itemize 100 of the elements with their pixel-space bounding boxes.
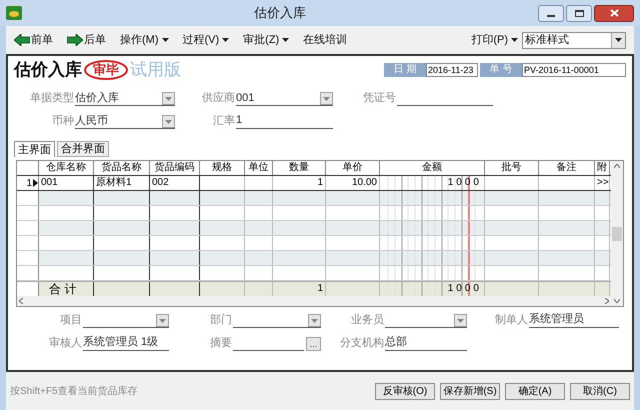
- input-field[interactable]: 系统管理员: [529, 312, 619, 328]
- column-header[interactable]: 数量: [273, 161, 326, 175]
- approved-stamp: 审毕: [84, 60, 128, 80]
- left-arrow-icon: [14, 34, 30, 46]
- field-label: 摘要: [209, 336, 233, 351]
- caret-icon: [159, 318, 166, 322]
- column-header[interactable]: 仓库名称: [39, 161, 94, 175]
- app-icon: [6, 6, 22, 20]
- dropdown-button[interactable]: [162, 115, 175, 128]
- column-header[interactable]: 货品编码: [150, 161, 200, 175]
- close-icon: [610, 9, 618, 17]
- table-cell: 001: [39, 176, 94, 190]
- dropdown-button[interactable]: [162, 92, 175, 105]
- caret-icon: [311, 318, 318, 322]
- toolbar-button[interactable]: 前单: [14, 32, 53, 48]
- dropdown-button[interactable]: [454, 314, 467, 327]
- field-label: 单据类型: [29, 91, 75, 106]
- column-header[interactable]: 货品名称: [94, 161, 150, 175]
- dropdown-button[interactable]: [320, 92, 333, 105]
- scroll-up-icon[interactable]: [614, 164, 620, 168]
- horizontal-scrollbar[interactable]: [17, 296, 611, 306]
- column-header[interactable]: 附: [595, 161, 610, 175]
- action-button[interactable]: 确定(A): [505, 382, 565, 400]
- table-cell: 10.00: [326, 176, 380, 190]
- caret-icon: [323, 96, 330, 100]
- close-button[interactable]: [594, 4, 634, 22]
- right-arrow-icon: [67, 34, 83, 46]
- action-button[interactable]: 反审核(O): [375, 382, 435, 400]
- field-label: 币种: [51, 114, 75, 129]
- tab[interactable]: 主界面: [14, 141, 55, 157]
- date-field[interactable]: 2016-11-23: [426, 63, 478, 77]
- dropdown-button[interactable]: [308, 314, 321, 327]
- maximize-button[interactable]: [566, 4, 592, 22]
- field-label: 项目: [59, 313, 83, 328]
- window-title: 估价入库: [253, 4, 307, 22]
- caret-icon: [162, 38, 168, 42]
- scrollbar-thumb[interactable]: [612, 226, 622, 240]
- row-header[interactable]: 1: [17, 176, 39, 190]
- column-header[interactable]: 规格: [200, 161, 245, 175]
- style-select[interactable]: 标准样式: [522, 32, 626, 48]
- field-label: 供应商: [201, 91, 236, 106]
- caret-icon: [282, 38, 290, 42]
- minimize-button[interactable]: [538, 4, 564, 22]
- toolbar-link[interactable]: 在线培训: [303, 32, 348, 48]
- caret-icon: [165, 120, 172, 124]
- caret-icon: [511, 38, 518, 42]
- toolbar-menu[interactable]: 审批(Z): [243, 32, 290, 48]
- field-label: 凭证号: [362, 91, 397, 106]
- browse-button[interactable]: ...: [306, 337, 321, 351]
- date-label: 日 期: [384, 63, 426, 77]
- input-field[interactable]: 总部: [385, 335, 467, 351]
- vertical-scrollbar[interactable]: [611, 161, 623, 306]
- caret-icon: [222, 38, 230, 42]
- field-label: 业务员: [350, 313, 385, 328]
- column-header[interactable]: 备注: [539, 161, 595, 175]
- current-row-icon: [33, 179, 38, 187]
- scroll-down-icon[interactable]: [614, 299, 620, 303]
- table-cell: 原材料1: [94, 176, 150, 190]
- toolbar-menu[interactable]: 操作(M): [120, 32, 168, 48]
- row-header[interactable]: [17, 282, 39, 296]
- field-label: 部门: [209, 313, 233, 328]
- input-field[interactable]: 1: [236, 113, 333, 129]
- dropdown-field[interactable]: [83, 312, 169, 328]
- column-header[interactable]: 批号: [485, 161, 539, 175]
- column-header[interactable]: 单位: [245, 161, 273, 175]
- table-cell: >>: [595, 176, 610, 190]
- dropdown-field[interactable]: 估价入库: [75, 90, 175, 106]
- row-header[interactable]: [17, 251, 39, 265]
- trial-edition-text: 试用版: [130, 59, 181, 82]
- number-field[interactable]: PV-2016-11-00001: [522, 63, 626, 77]
- column-header[interactable]: 单价: [326, 161, 380, 175]
- action-button[interactable]: 取消(C): [570, 382, 630, 400]
- toolbar-menu[interactable]: 过程(V): [182, 32, 230, 48]
- number-label: 单 号: [480, 63, 522, 77]
- form-title: 估价入库: [14, 59, 82, 82]
- status-hint: 按Shift+F5查看当前货品库存: [10, 384, 139, 398]
- dropdown-field[interactable]: [233, 312, 321, 328]
- dropdown-button[interactable]: [156, 314, 169, 327]
- dropdown-field[interactable]: 001: [236, 90, 333, 106]
- print-menu[interactable]: 打印(P): [471, 32, 518, 48]
- toolbar-button[interactable]: 后单: [67, 32, 106, 48]
- field-label: 汇率: [212, 114, 236, 129]
- row-number: 1: [26, 176, 32, 190]
- column-header[interactable]: 金额: [380, 161, 485, 175]
- table-cell: 1: [273, 176, 326, 190]
- caret-icon: [615, 38, 622, 42]
- tab[interactable]: 合并界面: [57, 141, 109, 157]
- dropdown-field[interactable]: [385, 312, 467, 328]
- caret-icon: [457, 318, 464, 322]
- action-button[interactable]: 保存新增(S): [440, 382, 500, 400]
- caret-icon: [165, 96, 172, 100]
- scroll-right-icon[interactable]: [605, 298, 609, 304]
- field-label: 分支机构: [339, 336, 385, 351]
- dropdown-field[interactable]: 人民币: [75, 113, 175, 129]
- input-field[interactable]: 系统管理员 1级: [83, 335, 169, 351]
- field-label: 制单人: [494, 313, 529, 328]
- scroll-left-icon[interactable]: [19, 298, 23, 304]
- row-header[interactable]: [17, 191, 39, 205]
- field-label: 审核人: [48, 336, 83, 351]
- row-header[interactable]: [17, 221, 39, 235]
